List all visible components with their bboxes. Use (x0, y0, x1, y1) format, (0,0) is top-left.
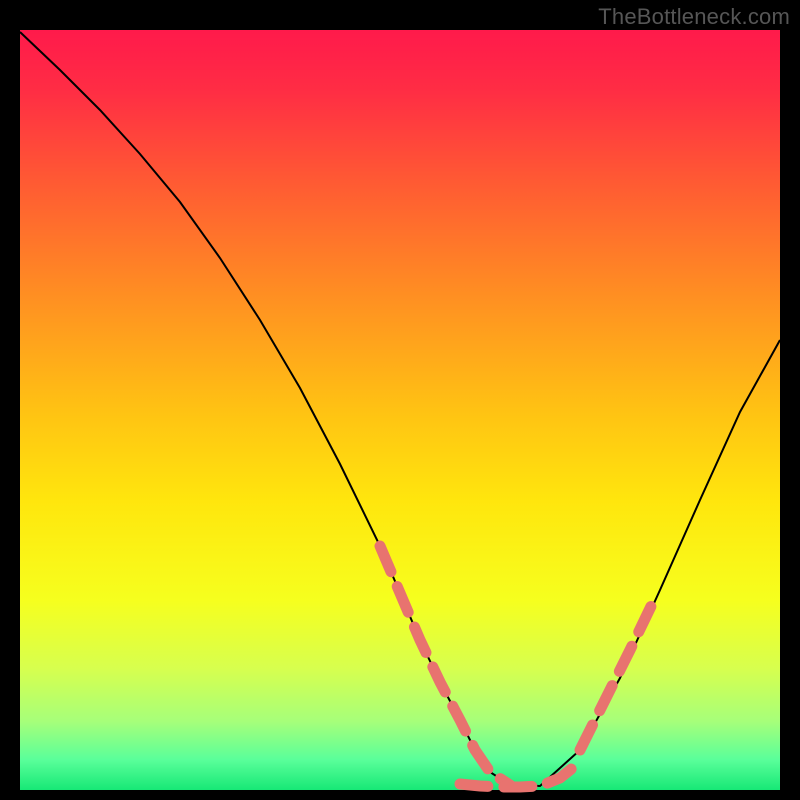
plot-background (20, 30, 780, 790)
bottleneck-chart (0, 0, 800, 800)
watermark-text: TheBottleneck.com (598, 4, 790, 30)
chart-frame: TheBottleneck.com (0, 0, 800, 800)
